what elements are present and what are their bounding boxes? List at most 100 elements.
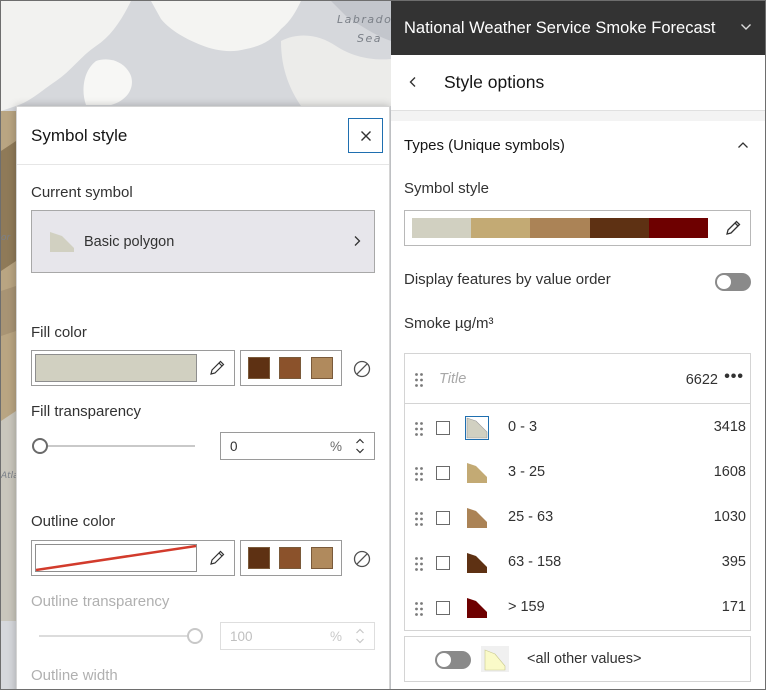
- outline-transparency-label: Outline transparency: [31, 593, 170, 610]
- class-row[interactable]: 25 - 63 1030: [405, 496, 750, 541]
- class-symbol[interactable]: [465, 596, 489, 620]
- class-symbol[interactable]: [465, 506, 489, 530]
- fill-transparency-input[interactable]: 0 %: [220, 432, 375, 460]
- class-count: 395: [721, 554, 746, 570]
- app-root: Labrador Sea or Atla Symbol style Curren…: [0, 0, 766, 690]
- display-order-label: Display features by value order: [404, 271, 611, 288]
- ramp-segment: [412, 218, 471, 238]
- chevron-right-icon: [354, 236, 361, 246]
- ramp-segment: [590, 218, 649, 238]
- class-checkbox[interactable]: [436, 601, 450, 615]
- other-values-symbol[interactable]: [481, 646, 509, 672]
- fill-transparency-slider-thumb[interactable]: [32, 438, 48, 454]
- style-options-title: Style options: [444, 72, 545, 92]
- map-label-partial: or: [1, 233, 11, 243]
- types-card: Types (Unique symbols) Symbol style Disp…: [391, 121, 765, 689]
- class-count: 3418: [713, 419, 746, 435]
- pencil-icon: [210, 360, 225, 375]
- outline-transparency-slider-thumb: [187, 628, 203, 644]
- outline-preset-swatch[interactable]: [248, 547, 270, 569]
- symbol-style-header: Symbol style: [17, 107, 389, 165]
- outline-preset-swatch[interactable]: [279, 547, 301, 569]
- polygon-symbol-icon: [50, 231, 74, 252]
- outline-width-label: Outline width: [31, 667, 118, 684]
- map-label-labrador: Labrador: [337, 13, 391, 26]
- outline-color-line: [36, 545, 196, 571]
- app-title: National Weather Service Smoke Forecast: [404, 18, 716, 37]
- current-symbol-button[interactable]: Basic polygon: [31, 210, 375, 273]
- fill-color-label: Fill color: [31, 324, 87, 341]
- chevron-down-icon[interactable]: [740, 23, 752, 31]
- map-label-sea: Sea: [357, 32, 382, 45]
- class-label: > 159: [508, 599, 545, 615]
- list-header: Title 6622 •••: [405, 354, 750, 404]
- outline-preset-swatch[interactable]: [311, 547, 333, 569]
- other-values-row: <all other values>: [404, 636, 751, 682]
- more-options-icon[interactable]: •••: [724, 368, 744, 386]
- style-options-header: Style options: [391, 55, 765, 111]
- outline-transparency-value: 100: [230, 628, 253, 644]
- class-count: 1030: [713, 509, 746, 525]
- drag-handle-icon[interactable]: [414, 556, 424, 572]
- class-symbol[interactable]: [465, 461, 489, 485]
- title-input[interactable]: Title: [439, 371, 466, 387]
- back-chevron-icon[interactable]: [408, 76, 418, 88]
- pencil-icon: [210, 550, 225, 565]
- drag-handle-icon[interactable]: [414, 511, 424, 527]
- fill-preset-swatch[interactable]: [311, 357, 333, 379]
- symbol-style-title: Symbol style: [31, 125, 128, 145]
- class-row[interactable]: 63 - 158 395: [405, 541, 750, 586]
- class-symbol[interactable]: [465, 551, 489, 575]
- style-options-panel: Style options Types (Unique symbols) Sym…: [391, 55, 765, 689]
- no-color-icon[interactable]: [353, 360, 371, 378]
- drag-handle-icon[interactable]: [414, 421, 424, 437]
- fill-color-picker[interactable]: [31, 350, 235, 386]
- other-values-toggle[interactable]: [435, 651, 471, 669]
- ramp-segment: [649, 218, 708, 238]
- class-label: 0 - 3: [508, 419, 538, 435]
- close-button[interactable]: [348, 118, 383, 153]
- drag-handle-icon[interactable]: [414, 466, 424, 482]
- symbol-style-panel: Symbol style Current symbol Basic polygo…: [16, 106, 390, 689]
- fill-preset-swatch[interactable]: [279, 357, 301, 379]
- other-values-label: <all other values>: [527, 651, 642, 667]
- close-icon: [360, 130, 371, 141]
- outline-transparency-track: [39, 635, 195, 637]
- outline-color-swatch: [35, 544, 197, 572]
- display-order-toggle[interactable]: [715, 273, 751, 291]
- class-label: 63 - 158: [508, 554, 562, 570]
- current-symbol-label: Current symbol: [31, 184, 133, 201]
- fill-preset-swatch[interactable]: [248, 357, 270, 379]
- ramp-segment: [530, 218, 590, 238]
- class-row[interactable]: 3 - 25 1608: [405, 451, 750, 496]
- spinner-icon[interactable]: [355, 436, 365, 456]
- types-title[interactable]: Types (Unique symbols): [404, 137, 565, 154]
- class-checkbox[interactable]: [436, 421, 450, 435]
- percent-unit: %: [329, 629, 342, 644]
- class-checkbox[interactable]: [436, 556, 450, 570]
- class-count: 1608: [713, 464, 746, 480]
- fill-color-swatch: [35, 354, 197, 382]
- fill-preset-swatches: [240, 350, 342, 386]
- fill-transparency-track[interactable]: [39, 445, 195, 447]
- class-label: 25 - 63: [508, 509, 554, 525]
- drag-handle-icon[interactable]: [414, 372, 424, 388]
- class-count: 171: [721, 599, 746, 615]
- outline-color-picker[interactable]: [31, 540, 235, 576]
- fill-transparency-label: Fill transparency: [31, 403, 142, 420]
- outline-transparency-input: 100 %: [220, 622, 375, 650]
- class-row[interactable]: > 159 171: [405, 586, 750, 631]
- chevron-up-icon[interactable]: [737, 141, 749, 149]
- symbol-style-label: Symbol style: [404, 180, 490, 197]
- color-ramp-button[interactable]: [404, 210, 751, 246]
- no-color-icon[interactable]: [353, 550, 371, 568]
- class-symbol[interactable]: [465, 416, 489, 440]
- class-checkbox[interactable]: [436, 466, 450, 480]
- outline-color-label: Outline color: [31, 513, 116, 530]
- class-checkbox[interactable]: [436, 511, 450, 525]
- outline-preset-swatches: [240, 540, 342, 576]
- class-row[interactable]: 0 - 3 3418: [405, 406, 750, 451]
- current-symbol-name: Basic polygon: [84, 233, 175, 250]
- drag-handle-icon[interactable]: [414, 601, 424, 617]
- fill-transparency-value: 0: [230, 438, 238, 454]
